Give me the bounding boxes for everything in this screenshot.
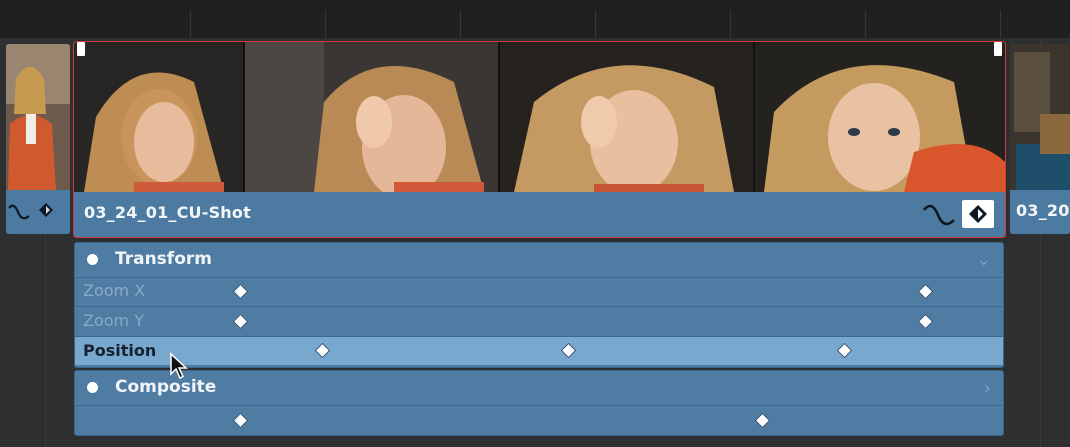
keyframe-enable-dot[interactable]	[87, 382, 98, 393]
keyframe-track-composite[interactable]	[75, 405, 1003, 434]
keyframe-marker[interactable]	[314, 342, 331, 359]
keyframe-marker[interactable]	[836, 342, 853, 359]
timeline-ruler[interactable]	[0, 0, 1070, 39]
selected-clip[interactable]: 03_24_01_CU-Shot	[73, 41, 1006, 238]
keyframe-marker[interactable]	[232, 412, 249, 429]
clip-bar	[6, 190, 70, 234]
keyframe-marker[interactable]	[560, 342, 577, 359]
composite-title: Composite	[115, 377, 217, 397]
track-label: Zoom Y	[83, 311, 144, 330]
keyframe-marker[interactable]	[754, 412, 771, 429]
keyframe-track-zoom-x[interactable]: Zoom X	[75, 277, 1003, 307]
chevron-right-icon[interactable]: ›	[984, 378, 991, 399]
mouse-pointer-icon	[170, 352, 188, 380]
next-clip[interactable]: 03_20	[1010, 44, 1070, 234]
ruler-tick	[190, 10, 191, 38]
clip-thumbnail	[1010, 44, 1070, 190]
keyframe-track-position[interactable]: Position	[75, 337, 1003, 365]
transform-header[interactable]: Transform ⌄	[75, 243, 1003, 278]
ruler-tick	[865, 10, 866, 38]
ruler-tick	[730, 10, 731, 38]
composite-keyframe-panel: Composite ›	[74, 370, 1004, 436]
track-label: Position	[83, 341, 157, 360]
keyframe-icon[interactable]	[38, 202, 54, 218]
chevron-down-icon[interactable]: ⌄	[977, 250, 991, 270]
ruler-tick	[595, 10, 596, 38]
previous-clip[interactable]	[6, 44, 70, 234]
clip-bar: 03_24_01_CU-Shot	[74, 192, 1005, 237]
curve-icon[interactable]	[8, 204, 30, 220]
curve-icon[interactable]	[922, 204, 956, 226]
clip-thumbnails	[74, 42, 1005, 192]
keyframe-enable-dot[interactable]	[87, 254, 98, 265]
keyframe-icon[interactable]	[962, 200, 994, 228]
trim-handle-left[interactable]	[77, 42, 85, 56]
keyframe-track-zoom-y[interactable]: Zoom Y	[75, 307, 1003, 337]
keyframe-marker[interactable]	[232, 313, 249, 330]
transform-title: Transform	[115, 249, 212, 269]
keyframe-marker[interactable]	[917, 283, 934, 300]
clip-bar: 03_20	[1010, 190, 1070, 234]
keyframe-marker[interactable]	[917, 313, 934, 330]
ruler-tick	[1000, 10, 1001, 38]
composite-header[interactable]: Composite ›	[75, 371, 1003, 406]
transform-keyframe-panel: Transform ⌄ Zoom X Zoom Y Position	[74, 242, 1004, 368]
clip-thumbnail	[6, 44, 70, 190]
clip-name: 03_24_01_CU-Shot	[84, 203, 251, 222]
ruler-tick	[460, 10, 461, 38]
keyframe-marker[interactable]	[232, 283, 249, 300]
clip-name: 03_20	[1016, 201, 1070, 220]
ruler-tick	[325, 10, 326, 38]
track-label: Zoom X	[83, 281, 146, 300]
trim-handle-right[interactable]	[994, 42, 1002, 56]
